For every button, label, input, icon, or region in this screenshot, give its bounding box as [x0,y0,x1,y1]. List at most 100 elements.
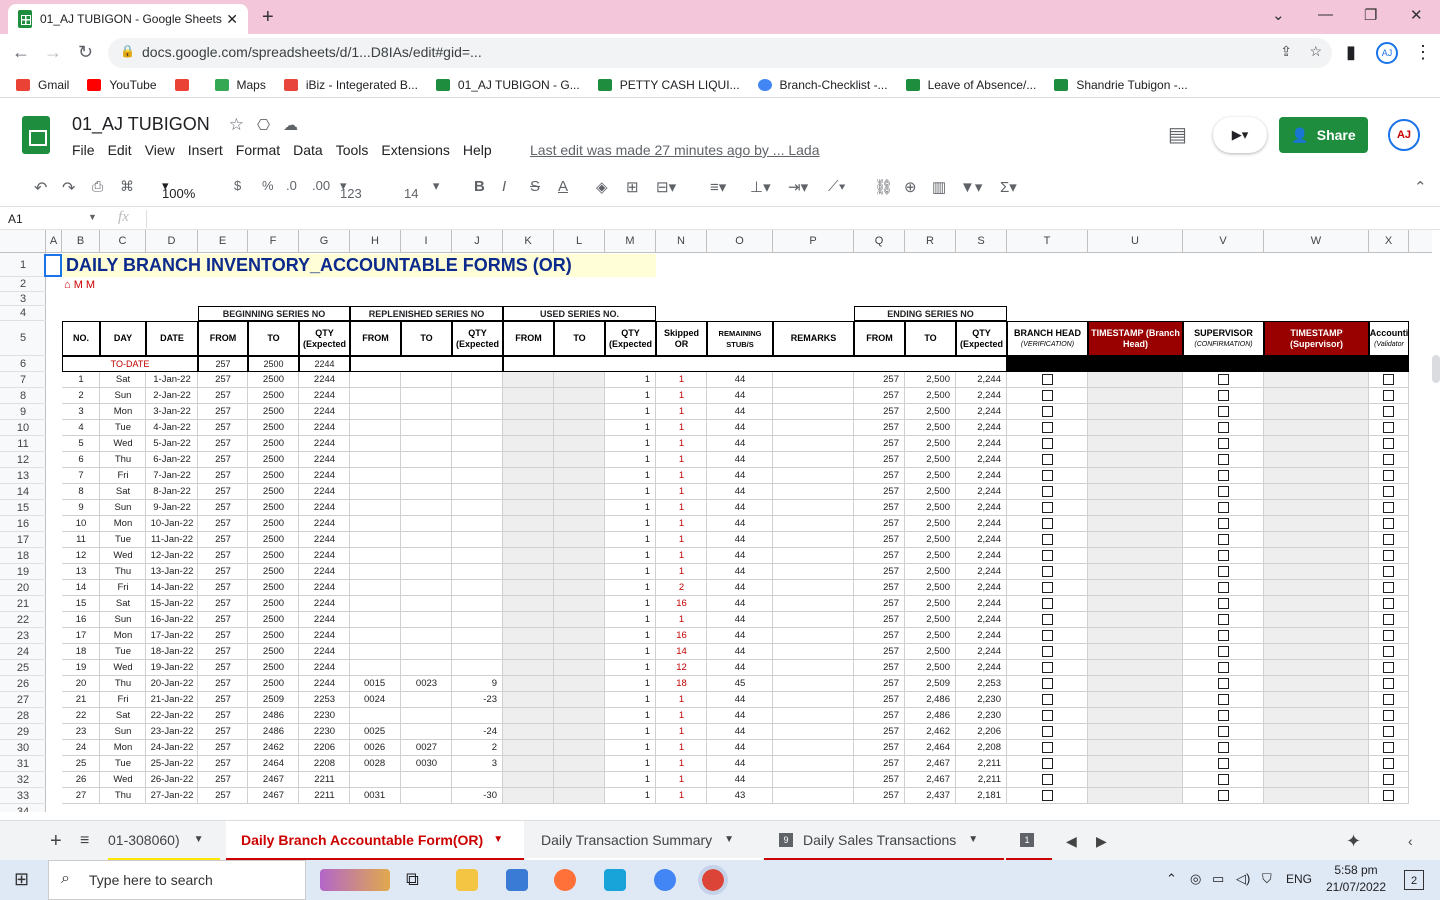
cell-skip[interactable]: 1 [656,404,707,420]
grid-cell[interactable] [773,708,854,724]
cell-used[interactable]: 1 [605,532,656,548]
approval-checkbox[interactable] [1217,470,1229,481]
approval-checkbox[interactable] [1041,678,1053,689]
group-ending-series[interactable]: ENDING SERIES NO [854,306,1007,321]
text-color-icon[interactable]: A [558,178,568,195]
approval-checkbox[interactable] [1217,390,1229,401]
cell-date[interactable]: 27-Jan-22 [146,788,198,804]
cell-rem[interactable]: 44 [707,740,773,756]
cell-bf[interactable]: 257 [198,532,248,548]
approval-checkbox[interactable] [1041,694,1053,705]
cell-bt[interactable]: 2462 [248,740,299,756]
grid-cell[interactable] [1088,644,1183,660]
cell-bq[interactable]: 2244 [299,420,350,436]
cell-rq[interactable] [452,580,503,596]
cell-day[interactable]: Sun [100,388,146,404]
cell-bt[interactable]: 2500 [248,612,299,628]
cell-date[interactable]: 24-Jan-22 [146,740,198,756]
cell-used[interactable]: 1 [605,628,656,644]
cell-date[interactable]: 17-Jan-22 [146,628,198,644]
grid-cell[interactable] [773,468,854,484]
row-header[interactable]: 22 [0,612,46,628]
insert-comment-icon[interactable]: ⊕ [904,178,917,196]
language-indicator[interactable]: ENG [1286,872,1312,886]
cell-used[interactable]: 1 [605,596,656,612]
cell-rem[interactable]: 45 [707,676,773,692]
cell-et[interactable]: 2,500 [905,500,956,516]
tab-search-icon[interactable]: ⌄ [1272,6,1285,24]
grid-cell[interactable] [554,532,605,548]
approval-checkbox[interactable] [1217,646,1229,657]
row-header[interactable]: 34 [0,804,46,812]
cell-day[interactable]: Wed [100,660,146,676]
cell-bt[interactable]: 2500 [248,516,299,532]
cell-bt[interactable]: 2486 [248,724,299,740]
cell-eq[interactable]: 2,244 [956,564,1007,580]
header-supervisor[interactable]: SUPERVISOR (CONFIRMATION) [1183,321,1264,356]
row-header[interactable]: 5 [0,321,46,356]
row-header[interactable]: 30 [0,740,46,756]
grid-cell[interactable] [773,436,854,452]
cell-no[interactable]: 27 [62,788,100,804]
cell-ef[interactable]: 257 [854,404,905,420]
cell-eq[interactable]: 2,244 [956,388,1007,404]
cell-date[interactable]: 16-Jan-22 [146,612,198,628]
grid-cell[interactable] [1088,596,1183,612]
cell-bt[interactable]: 2486 [248,708,299,724]
cell-rem[interactable]: 44 [707,708,773,724]
approval-checkbox[interactable] [1383,486,1394,497]
approval-checkbox[interactable] [1383,646,1394,657]
cell-no[interactable]: 3 [62,404,100,420]
approval-checkbox[interactable] [1041,774,1053,785]
cell-bq[interactable]: 2211 [299,788,350,804]
grid-cell[interactable] [503,580,554,596]
cell-eq[interactable]: 2,230 [956,708,1007,724]
cell-rem[interactable]: 44 [707,612,773,628]
grid-cell[interactable] [503,372,554,388]
cell-used[interactable]: 1 [605,500,656,516]
select-all-corner[interactable] [0,230,46,253]
group-used-series[interactable]: USED SERIES NO. [503,306,656,321]
cell-ef[interactable]: 257 [854,596,905,612]
cell-bq[interactable]: 2253 [299,692,350,708]
grid-cell[interactable] [1264,484,1369,500]
approval-checkbox[interactable] [1383,422,1394,433]
grid-cell[interactable] [773,500,854,516]
header-remarks[interactable]: REMARKS [773,321,854,356]
cell-bq[interactable]: 2244 [299,404,350,420]
approval-checkbox[interactable] [1217,598,1229,609]
cell-day[interactable]: Mon [100,740,146,756]
header-qty[interactable]: QTY (Expected [452,321,503,356]
cell-rq[interactable] [452,532,503,548]
calculator-icon[interactable] [506,869,528,891]
meet-icon[interactable]: ▶▾ [1213,117,1267,153]
approval-checkbox[interactable] [1217,406,1229,417]
grid-cell[interactable] [503,596,554,612]
cell-rf[interactable] [350,708,401,724]
approval-checkbox[interactable] [1383,758,1394,769]
grid-cell[interactable] [503,708,554,724]
approval-checkbox[interactable] [1217,614,1229,625]
cell-bq[interactable]: 2206 [299,740,350,756]
bookmark-gmail-m[interactable] [174,78,197,91]
cell-bf[interactable]: 257 [198,516,248,532]
sheet-tab-daily-sales-transactions[interactable]: 9 Daily Sales Transactions ▼ [764,821,1004,861]
cell-et[interactable]: 2,500 [905,388,956,404]
grid-cell[interactable] [503,740,554,756]
cell-bt[interactable]: 2500 [248,404,299,420]
cell-bf[interactable]: 257 [198,468,248,484]
cell-bt[interactable]: 2500 [248,548,299,564]
cell-bf[interactable]: 257 [198,676,248,692]
cell-no[interactable]: 17 [62,628,100,644]
cell-day[interactable]: Tue [100,756,146,772]
cell-rt[interactable] [401,692,452,708]
row-header[interactable]: 11 [0,436,46,452]
redo-icon[interactable]: ↷ [62,178,75,198]
cell-rf[interactable] [350,484,401,500]
cell-rem[interactable]: 44 [707,532,773,548]
cell-skip[interactable]: 1 [656,772,707,788]
cell-used[interactable]: 1 [605,692,656,708]
cell-et[interactable]: 2,500 [905,468,956,484]
approval-checkbox[interactable] [1383,550,1394,561]
cell-rq[interactable]: 9 [452,676,503,692]
